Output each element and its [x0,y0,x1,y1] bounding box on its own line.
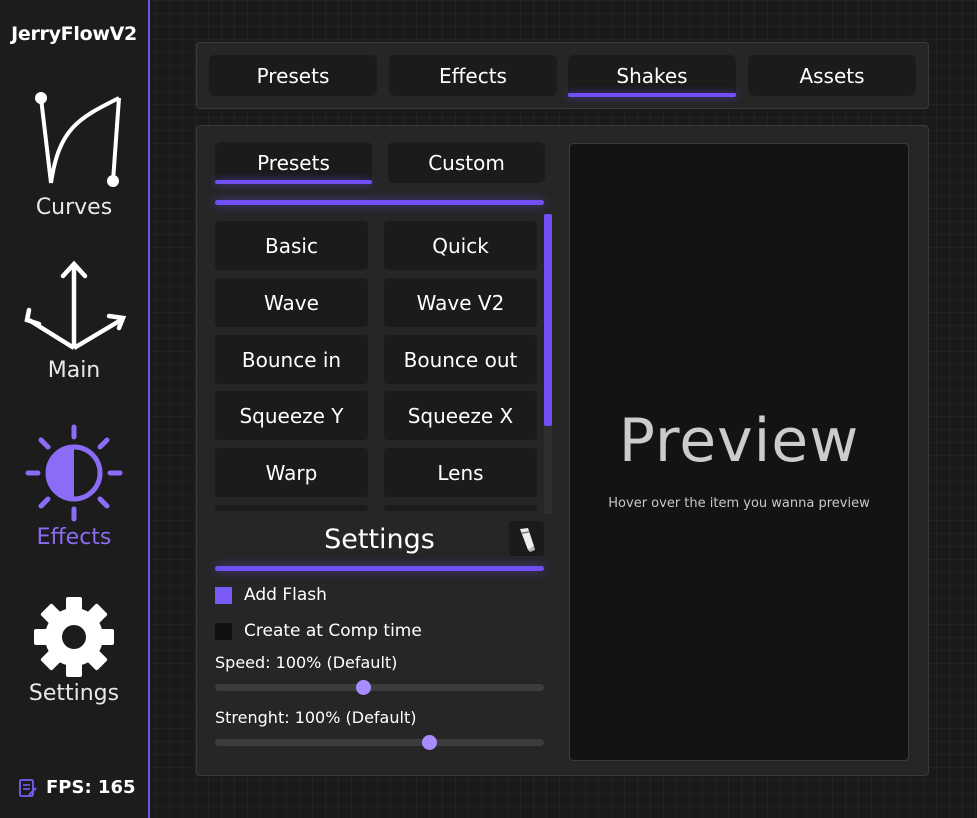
sidebar-item-label: Main [47,358,101,383]
tab-presets[interactable]: Presets [209,55,377,96]
subtab-custom[interactable]: Custom [388,142,545,183]
preset-label: Lens [437,460,484,485]
tab-label: Shakes [616,63,688,88]
preset-scrollbar[interactable] [544,214,552,514]
presets-divider [215,200,544,205]
preset-squeeze-x[interactable]: Squeeze X [384,391,537,440]
sidebar-item-label: Settings [28,681,120,706]
speed-label: Speed: 100% (Default) [215,653,398,672]
strength-label: Strenght: 100% (Default) [215,708,417,727]
preset-basic[interactable]: Basic [215,221,368,270]
create-at-comp-label: Create at Comp time [244,621,422,641]
tab-label: Presets [256,63,330,88]
notes-icon [19,778,37,797]
tab-label: Assets [799,63,865,88]
preset-wave[interactable]: Wave [215,278,368,327]
scrollbar-thumb[interactable] [544,214,552,426]
speed-slider[interactable] [215,680,544,695]
arrows-icon [24,260,127,350]
subtab-label: Presets [257,150,330,175]
brush-icon [519,527,535,552]
preset-wave-v2[interactable]: Wave V2 [384,278,537,327]
preset-warp[interactable]: Warp [215,448,368,497]
tab-label: Effects [439,63,507,88]
settings-divider [215,566,544,571]
sidebar-item-settings[interactable]: Settings [0,595,148,706]
gear-icon [34,597,114,677]
subtab-label: Custom [428,150,505,175]
main-panel: Presets Custom Basic Quick Wave Wave V2 … [196,125,929,776]
preset-label: Quick [432,233,489,258]
sidebar-item-label: Curves [35,195,113,220]
preset-label: Squeeze Y [239,403,344,428]
preset-label: Squeeze X [407,403,514,428]
preset-label: Basic [265,233,318,258]
sidebar-item-label: Effects [36,525,112,550]
create-at-comp-option[interactable]: Create at Comp time [215,621,422,641]
sidebar-item-main[interactable]: Main [0,258,148,383]
preset-squeeze-y[interactable]: Squeeze Y [215,391,368,440]
tab-assets[interactable]: Assets [748,55,916,96]
app-title: JerryFlowV2 [11,23,137,45]
preset-bounce-out[interactable]: Bounce out [384,335,537,384]
preset-partial[interactable] [384,505,537,511]
brush-button[interactable] [509,521,544,556]
top-tab-bar: Presets Effects Shakes Assets [196,42,929,109]
preview-hint: Hover over the item you wanna preview [608,496,870,511]
strength-slider-thumb[interactable] [421,735,437,750]
preset-partial[interactable] [215,505,368,511]
preview-title: Preview [618,406,860,476]
fps-counter: FPS: 165 [18,777,136,798]
preset-label: Bounce out [403,347,518,372]
preset-quick[interactable]: Quick [384,221,537,270]
settings-heading: Settings [324,524,435,555]
preset-label: Wave V2 [416,290,505,315]
strength-slider[interactable] [215,735,544,750]
preset-label: Bounce in [241,347,342,372]
subtab-presets[interactable]: Presets [215,142,372,184]
sidebar-item-curves[interactable]: Curves [0,88,148,220]
tab-effects[interactable]: Effects [389,55,557,96]
speed-slider-thumb[interactable] [356,680,372,695]
create-at-comp-checkbox[interactable] [215,622,232,640]
sidebar: JerryFlowV2 Curves Main Effects Settings… [0,0,150,818]
add-flash-option[interactable]: Add Flash [215,585,327,605]
preset-grid: Basic Quick Wave Wave V2 Bounce in Bounc… [215,221,540,511]
preview-panel[interactable]: Preview Hover over the item you wanna pr… [569,143,909,761]
curve-icon [35,92,121,187]
preset-label: Wave [264,290,319,315]
preset-bounce-in[interactable]: Bounce in [215,335,368,384]
preset-label: Warp [265,460,318,485]
add-flash-checkbox[interactable] [215,586,232,604]
tab-shakes[interactable]: Shakes [568,55,736,97]
sidebar-item-effects[interactable]: Effects [0,423,148,550]
preset-lens[interactable]: Lens [384,448,537,497]
fps-label: FPS: 165 [46,777,136,798]
add-flash-label: Add Flash [244,585,327,605]
sun-contrast-icon [25,424,123,522]
